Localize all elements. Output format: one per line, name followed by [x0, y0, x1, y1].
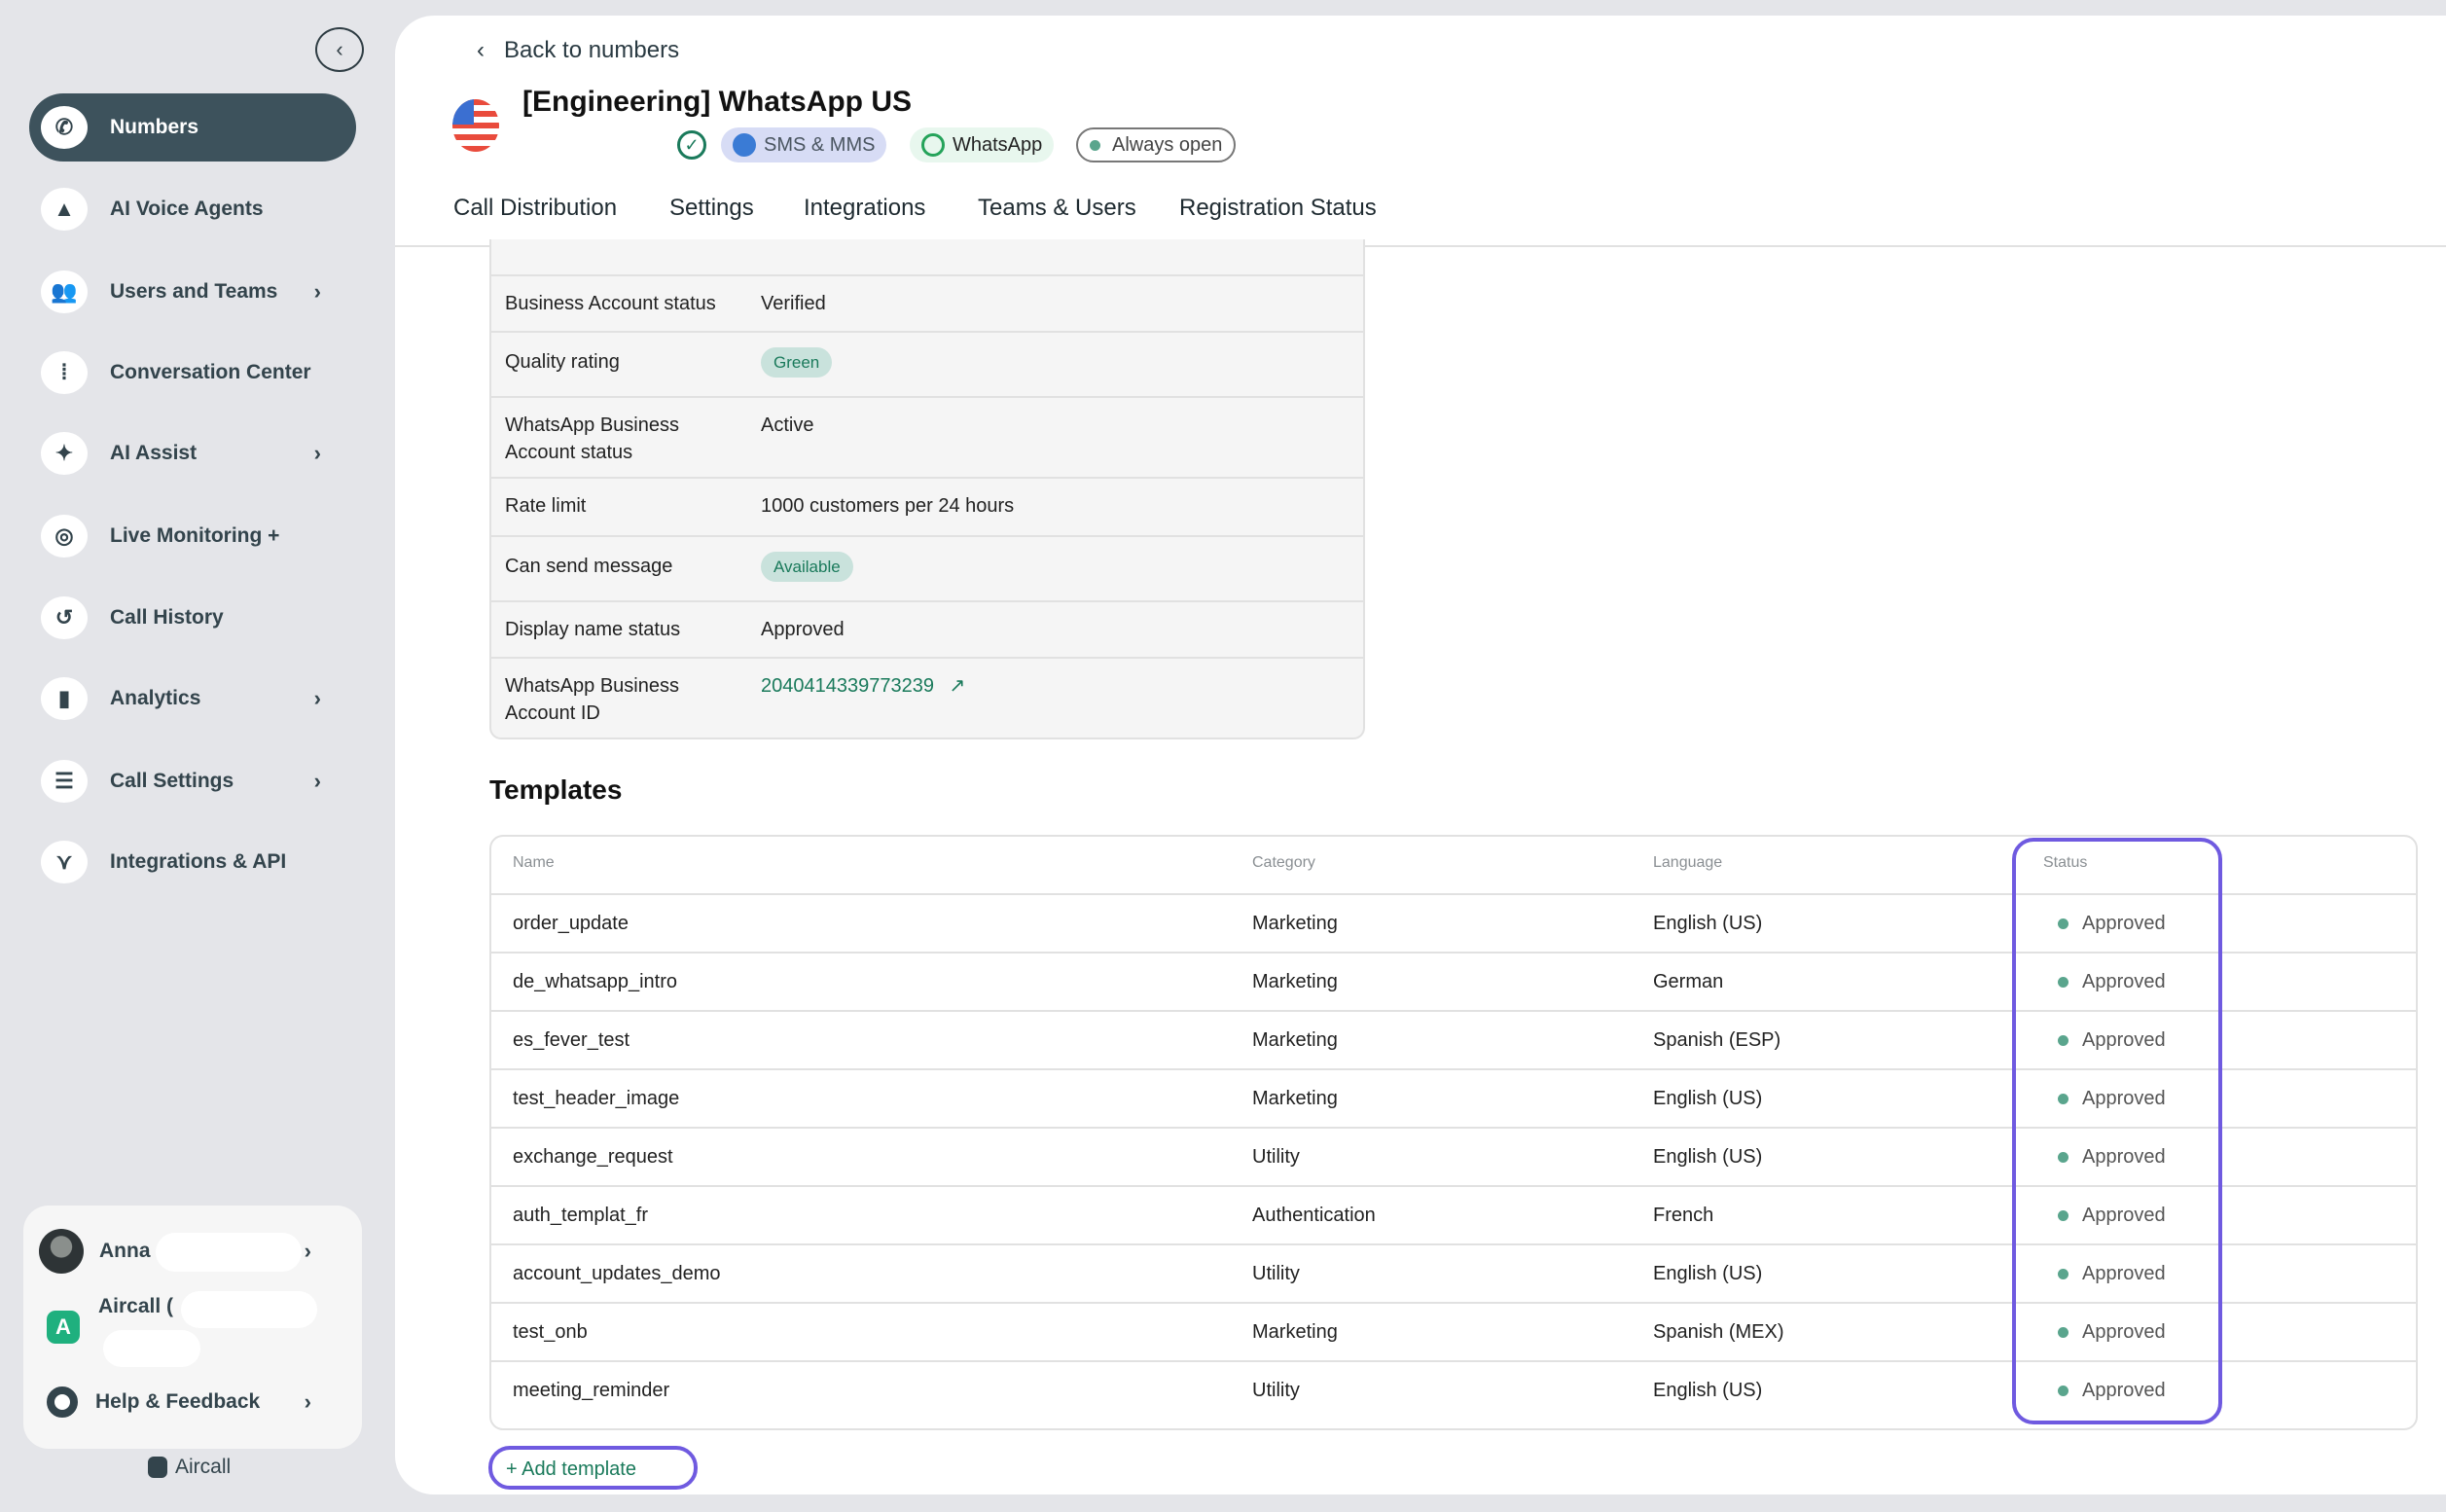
- us-flag-icon: [452, 99, 499, 152]
- tab-teams-users[interactable]: Teams & Users: [978, 195, 1136, 222]
- whatsapp-icon: [921, 133, 945, 157]
- tab-integrations[interactable]: Integrations: [804, 195, 925, 222]
- chevron-right-icon: ›: [305, 1389, 311, 1415]
- status-column-highlight: [2012, 838, 2222, 1424]
- external-link-icon: ↗: [950, 675, 966, 697]
- collapse-sidebar-button[interactable]: ‹: [315, 27, 364, 72]
- chevron-right-icon: ›: [314, 686, 321, 711]
- chevron-right-icon: ›: [314, 441, 321, 466]
- company-menu[interactable]: A Aircall (: [39, 1295, 350, 1344]
- sidebar-item-call-history[interactable]: ↺Call History: [29, 584, 356, 652]
- footer-brand: Aircall: [148, 1456, 231, 1479]
- sidebar-item-integrations-api[interactable]: ⋎Integrations & API: [29, 828, 356, 896]
- detail-row: Can send messageAvailable: [489, 535, 1365, 600]
- verified-check-icon: ✓: [677, 130, 706, 160]
- detail-row: WhatsApp Business Account ID204041433977…: [489, 657, 1365, 739]
- back-to-numbers-link[interactable]: ‹Back to numbers: [477, 37, 679, 64]
- radar-icon: ◎: [41, 515, 88, 558]
- account-id-link[interactable]: 2040414339773239 ↗: [761, 675, 965, 697]
- help-feedback-button[interactable]: Help & Feedback ›: [39, 1386, 350, 1418]
- aircall-logo-icon: A: [47, 1311, 80, 1344]
- detail-row: Quality ratingGreen: [489, 331, 1365, 396]
- sidebar-item-analytics[interactable]: ▮Analytics›: [29, 665, 356, 733]
- tab-registration-status[interactable]: Registration Status: [1179, 195, 1377, 222]
- sidebar-item-live-monitoring[interactable]: ◎Live Monitoring +: [29, 502, 356, 570]
- sidebar-item-conversation-center[interactable]: ⦙Conversation Center: [29, 339, 356, 407]
- ai-agent-icon: ▲: [41, 188, 88, 231]
- tab-call-distribution[interactable]: Call Distribution: [453, 195, 617, 222]
- aircall-logo-icon: [148, 1457, 167, 1478]
- status-badge: Available: [761, 552, 853, 582]
- redacted: [181, 1291, 317, 1328]
- sidebar-item-ai-assist[interactable]: ✦AI Assist›: [29, 419, 356, 487]
- chevron-left-icon: ‹: [477, 37, 485, 63]
- hours-badge: Always open: [1076, 127, 1236, 162]
- main-panel: ‹Back to numbers [Engineering] WhatsApp …: [395, 16, 2446, 1494]
- chevron-left-icon: ‹: [336, 37, 342, 62]
- whatsapp-badge: WhatsApp: [910, 127, 1054, 162]
- user-menu[interactable]: Anna ›: [39, 1229, 350, 1274]
- sidebar-item-numbers[interactable]: ✆Numbers: [29, 93, 356, 162]
- users-icon: 👥: [41, 270, 88, 313]
- status-badge: Green: [761, 347, 832, 378]
- avatar: [39, 1229, 84, 1274]
- redacted: [103, 1330, 200, 1367]
- waveform-icon: ⦙: [41, 351, 88, 394]
- phone-icon: ✆: [41, 106, 88, 149]
- redacted: [156, 1233, 302, 1272]
- history-icon: ↺: [41, 596, 88, 639]
- company-name: Aircall (: [98, 1295, 173, 1318]
- sparkle-icon: ✦: [41, 432, 88, 475]
- sidebar-item-users-and-teams[interactable]: 👥Users and Teams›: [29, 258, 356, 326]
- sms-mms-badge: SMS & MMS: [721, 127, 886, 162]
- chevron-right-icon: ›: [305, 1239, 311, 1264]
- detail-row: Display name statusApproved: [489, 600, 1365, 657]
- sliders-icon: ☰: [41, 760, 88, 803]
- detail-row: WhatsApp Business Account statusActive: [489, 396, 1365, 477]
- chevron-right-icon: ›: [314, 279, 321, 305]
- detail-row: Rate limit1000 customers per 24 hours: [489, 477, 1365, 535]
- tab-settings[interactable]: Settings: [669, 195, 754, 222]
- user-name: Anna: [99, 1240, 151, 1263]
- integrations-icon: ⋎: [41, 841, 88, 883]
- account-card: Anna › A Aircall ( Help & Feedback ›: [23, 1206, 362, 1449]
- sidebar-item-call-settings[interactable]: ☰Call Settings›: [29, 747, 356, 815]
- chevron-right-icon: ›: [314, 769, 321, 794]
- sidebar-item-ai-voice-agents[interactable]: ▲AI Voice Agents: [29, 175, 356, 243]
- templates-heading: Templates: [489, 774, 622, 806]
- bar-chart-icon: ▮: [41, 677, 88, 720]
- lifebuoy-icon: [47, 1386, 78, 1418]
- page-title: [Engineering] WhatsApp US: [522, 86, 912, 119]
- status-dot-icon: [1090, 140, 1100, 151]
- message-icon: [733, 133, 756, 157]
- add-template-button[interactable]: + Add template: [488, 1446, 698, 1490]
- detail-row: Business Account statusVerified: [489, 274, 1365, 331]
